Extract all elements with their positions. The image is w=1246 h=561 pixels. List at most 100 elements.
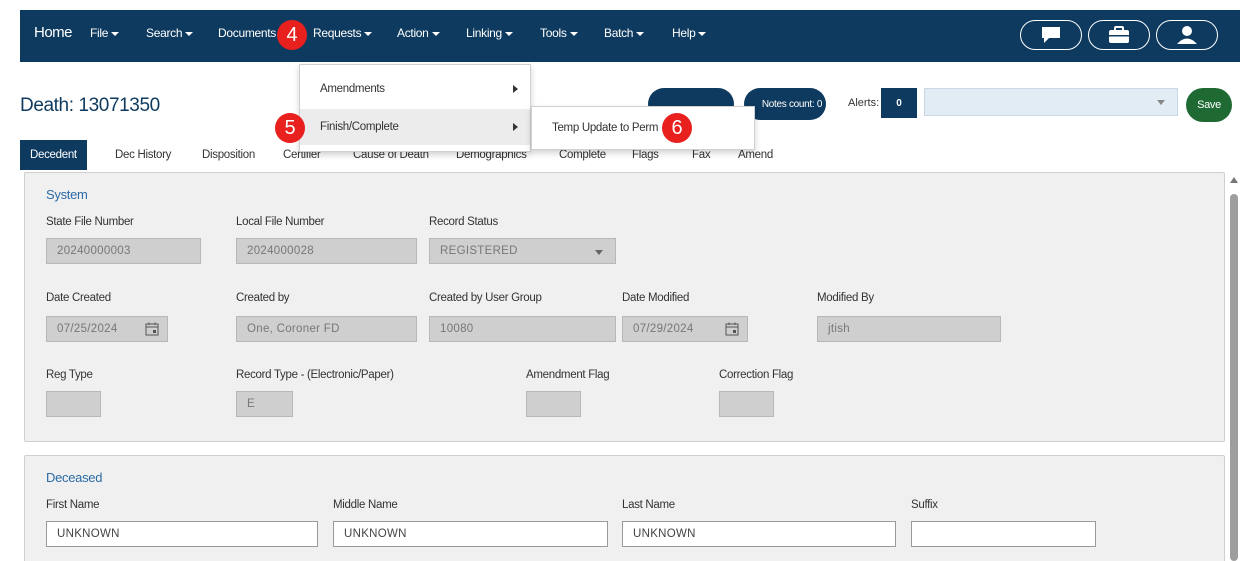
nav-action-label: Action [397, 26, 429, 40]
notes-count-label: Notes count: 0 [761, 98, 823, 110]
notes-count-pill[interactable]: Notes count: 0 [744, 88, 826, 120]
tab-dec-history[interactable]: Dec History [115, 140, 171, 170]
nav-help-label: Help [672, 26, 696, 40]
correction-flag-field[interactable] [719, 391, 774, 417]
user-button[interactable] [1156, 20, 1218, 50]
briefcase-button[interactable] [1088, 20, 1150, 50]
first-name-field[interactable]: UNKNOWN [46, 521, 318, 547]
nav-search[interactable]: Search [146, 26, 194, 40]
chevron-down-icon [364, 31, 373, 36]
system-section-title: System [46, 187, 88, 202]
date-created-label: Date Created [46, 292, 111, 304]
record-type-field[interactable]: E [236, 391, 293, 417]
tab-decedent[interactable]: Decedent [20, 140, 87, 170]
deceased-section-title: Deceased [46, 470, 103, 485]
amendment-flag-field[interactable] [526, 391, 581, 417]
first-name-label: First Name [46, 499, 100, 511]
created-by-field[interactable]: One, Coroner FD [236, 316, 417, 342]
alerts-label: Alerts: [848, 97, 880, 109]
nav-batch-label: Batch [604, 26, 634, 40]
nav-requests[interactable]: Requests [313, 26, 373, 40]
chat-icon [1042, 27, 1060, 43]
scrollbar-thumb[interactable] [1230, 194, 1238, 561]
page-scrollbar[interactable] [1228, 172, 1240, 561]
requests-dropdown-menu: Amendments Finish/Complete [299, 64, 531, 152]
nav-search-label: Search [146, 26, 183, 40]
chevron-down-icon [1157, 100, 1165, 105]
alerts-dropdown[interactable] [924, 88, 1178, 116]
date-modified-field[interactable]: 07/29/2024 [622, 316, 748, 342]
local-file-number-label: Local File Number [236, 216, 325, 228]
save-button[interactable]: Save [1186, 88, 1232, 122]
menu-item-finish-complete-label: Finish/Complete [320, 121, 399, 133]
menu-item-amendments[interactable]: Amendments [300, 71, 530, 107]
system-panel: System State File Number 20240000003 Loc… [24, 172, 1225, 442]
nav-tools[interactable]: Tools [540, 26, 578, 40]
chevron-down-icon [111, 31, 120, 36]
nav-home[interactable]: Home [34, 24, 73, 41]
deceased-panel: Deceased First Name UNKNOWN Middle Name … [24, 455, 1225, 561]
record-status-value: REGISTERED [440, 245, 518, 257]
nav-action[interactable]: Action [397, 26, 440, 40]
step-badge-6: 6 [662, 113, 692, 143]
alerts-count-badge[interactable]: 0 [881, 88, 917, 118]
created-by-label: Created by [236, 292, 290, 304]
correction-flag-label: Correction Flag [719, 369, 794, 381]
main-navbar: Home File Search Documents Requests Acti… [20, 10, 1240, 62]
calendar-icon[interactable] [145, 322, 159, 336]
nav-requests-label: Requests [313, 26, 362, 40]
calendar-icon[interactable] [725, 322, 739, 336]
nav-linking[interactable]: Linking [466, 26, 513, 40]
record-status-label: Record Status [429, 216, 498, 228]
chat-button[interactable] [1020, 20, 1082, 50]
created-by-group-label: Created by User Group [429, 292, 542, 304]
date-modified-value: 07/29/2024 [633, 323, 694, 335]
briefcase-icon [1109, 26, 1129, 43]
date-created-value: 07/25/2024 [57, 323, 118, 335]
suffix-label: Suffix [911, 499, 938, 511]
chevron-down-icon [431, 31, 440, 36]
local-file-number-field[interactable]: 2024000028 [236, 238, 417, 264]
menu-item-finish-complete[interactable]: Finish/Complete [300, 109, 530, 145]
reg-type-label: Reg Type [46, 369, 93, 381]
date-modified-label: Date Modified [622, 292, 690, 304]
scroll-up-arrow-icon[interactable] [1230, 177, 1238, 183]
created-by-group-field[interactable]: 10080 [429, 316, 616, 342]
nav-file-label: File [90, 26, 109, 40]
top-area: Home File Search Documents Requests Acti… [0, 0, 1246, 62]
nav-tools-label: Tools [540, 26, 567, 40]
state-file-number-field[interactable]: 20240000003 [46, 238, 201, 264]
chevron-down-icon [698, 31, 707, 36]
chevron-down-icon [569, 31, 578, 36]
step-badge-5: 5 [275, 113, 305, 143]
modified-by-field[interactable]: jtish [817, 316, 1001, 342]
nav-help[interactable]: Help [672, 26, 707, 40]
reg-type-field[interactable] [46, 391, 101, 417]
last-name-field[interactable]: UNKNOWN [622, 521, 896, 547]
menu-item-amendments-label: Amendments [320, 83, 385, 95]
middle-name-label: Middle Name [333, 499, 398, 511]
nav-documents[interactable]: Documents [218, 26, 276, 40]
modified-by-label: Modified By [817, 292, 874, 304]
nav-batch[interactable]: Batch [604, 26, 645, 40]
user-icon [1177, 26, 1197, 44]
chevron-down-icon [504, 31, 513, 36]
tab-disposition[interactable]: Disposition [202, 140, 255, 170]
chevron-down-icon [636, 31, 645, 36]
finish-complete-submenu: Temp Update to Perm [531, 106, 755, 150]
chevron-down-icon [595, 250, 603, 255]
menu-item-temp-update-to-perm[interactable]: Temp Update to Perm [552, 122, 658, 134]
record-type-label: Record Type - (Electronic/Paper) [236, 369, 394, 381]
last-name-label: Last Name [622, 499, 675, 511]
chevron-right-icon [513, 123, 518, 131]
step-badge-4: 4 [277, 20, 307, 50]
state-file-number-label: State File Number [46, 216, 134, 228]
page-title: Death: 13071350 [20, 95, 160, 116]
chevron-down-icon [185, 31, 194, 36]
suffix-field[interactable] [911, 521, 1096, 547]
date-created-field[interactable]: 07/25/2024 [46, 316, 168, 342]
nav-file[interactable]: File [90, 26, 120, 40]
middle-name-field[interactable]: UNKNOWN [333, 521, 608, 547]
nav-linking-label: Linking [466, 26, 502, 40]
record-status-select[interactable]: REGISTERED [429, 238, 616, 264]
